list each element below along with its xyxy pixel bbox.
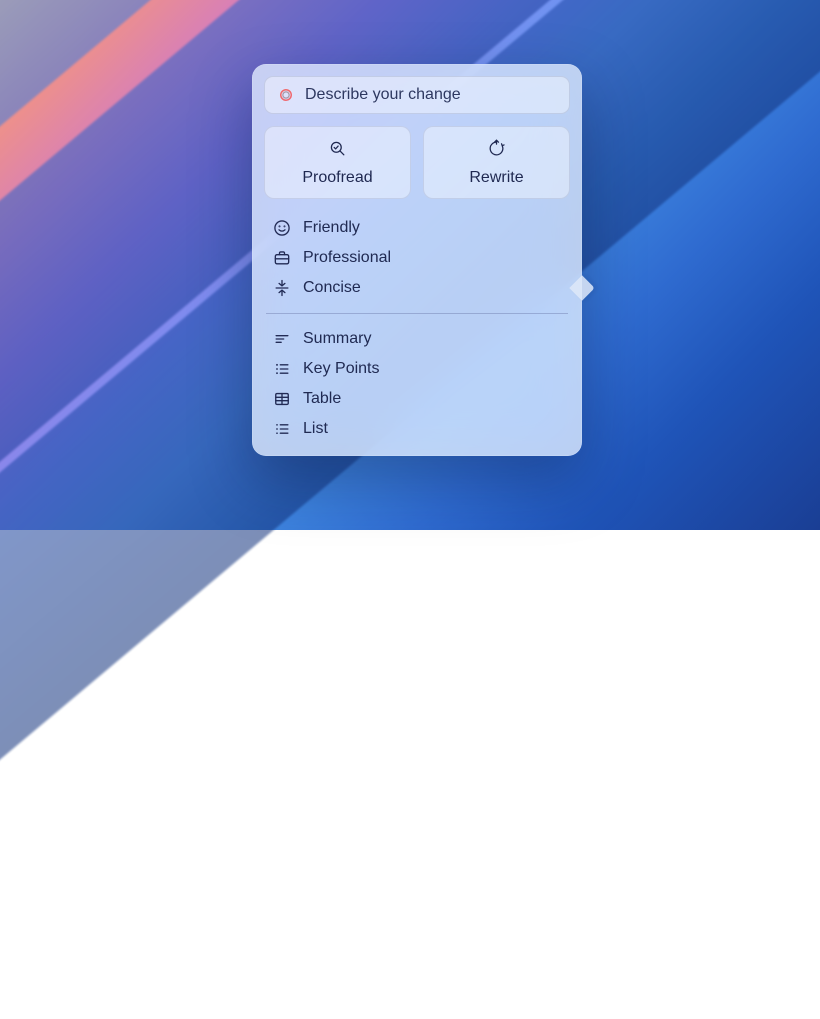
tone-section: Friendly Professional Concise xyxy=(264,209,570,305)
tone-label: Friendly xyxy=(303,219,360,237)
format-item-list[interactable]: List xyxy=(268,414,566,444)
tone-item-friendly[interactable]: Friendly xyxy=(268,213,566,243)
writing-tools-popover: Describe your change Proofread Rewri xyxy=(252,64,582,456)
tone-label: Concise xyxy=(303,279,361,297)
format-label: Summary xyxy=(303,330,371,348)
proofread-button[interactable]: Proofread xyxy=(264,126,411,199)
table-icon xyxy=(272,389,292,409)
rewrite-icon xyxy=(487,139,506,163)
proofread-label: Proofread xyxy=(302,169,372,187)
tone-item-professional[interactable]: Professional xyxy=(268,243,566,273)
primary-actions-row: Proofread Rewrite xyxy=(264,126,570,199)
describe-change-placeholder: Describe your change xyxy=(305,86,461,104)
smiley-icon xyxy=(272,218,292,238)
apple-intelligence-icon xyxy=(277,86,295,104)
format-item-keypoints[interactable]: Key Points xyxy=(268,354,566,384)
section-divider xyxy=(266,313,568,314)
format-label: Table xyxy=(303,390,341,408)
describe-change-input[interactable]: Describe your change xyxy=(264,76,570,114)
magnifier-check-icon xyxy=(328,139,347,163)
format-section: Summary Key Points Table List xyxy=(264,320,570,446)
compress-icon xyxy=(272,278,292,298)
list-icon xyxy=(272,419,292,439)
bullets-icon xyxy=(272,359,292,379)
rewrite-label: Rewrite xyxy=(469,169,523,187)
briefcase-icon xyxy=(272,248,292,268)
format-label: Key Points xyxy=(303,360,379,378)
format-label: List xyxy=(303,420,328,438)
format-item-summary[interactable]: Summary xyxy=(268,324,566,354)
tone-label: Professional xyxy=(303,249,391,267)
tone-item-concise[interactable]: Concise xyxy=(268,273,566,303)
format-item-table[interactable]: Table xyxy=(268,384,566,414)
rewrite-button[interactable]: Rewrite xyxy=(423,126,570,199)
summary-icon xyxy=(272,329,292,349)
